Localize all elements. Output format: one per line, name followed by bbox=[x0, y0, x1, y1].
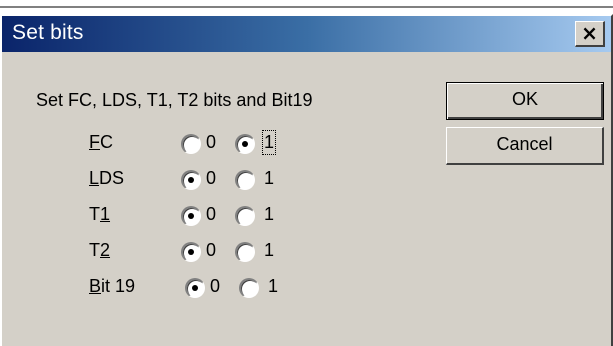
t1-label: T1 bbox=[89, 204, 111, 224]
ok-button[interactable]: OK bbox=[446, 82, 604, 120]
radio-selected-dot bbox=[242, 141, 248, 147]
cancel-button[interactable]: Cancel bbox=[446, 127, 604, 165]
t2-radio-1[interactable] bbox=[235, 242, 255, 262]
set-bits-dialog: Set bits × Set FC, LDS, T1, T2 bits and … bbox=[0, 14, 613, 346]
row-fc: FC 0 1 bbox=[2, 130, 422, 158]
title-bar[interactable]: Set bits × bbox=[2, 16, 611, 52]
radio-selected-dot bbox=[188, 249, 194, 255]
t1-option-0-label[interactable]: 0 bbox=[206, 204, 216, 225]
t2-label: T2 bbox=[89, 240, 111, 260]
bit19-option-1-label[interactable]: 1 bbox=[268, 276, 278, 297]
radio-selected-dot bbox=[188, 213, 194, 219]
fc-label: FC bbox=[89, 132, 113, 152]
bit19-radio-1[interactable] bbox=[239, 278, 259, 298]
row-t1: T1 0 1 bbox=[2, 204, 422, 230]
t2-radio-0[interactable] bbox=[181, 242, 201, 262]
bit19-radio-0[interactable] bbox=[185, 278, 205, 298]
bit19-label: Bit 19 bbox=[89, 276, 136, 296]
lds-option-0-label[interactable]: 0 bbox=[206, 168, 216, 189]
screen: Set bits × Set FC, LDS, T1, T2 bits and … bbox=[0, 0, 613, 346]
close-button[interactable]: × bbox=[575, 21, 605, 47]
t2-option-0-label[interactable]: 0 bbox=[206, 240, 216, 261]
fc-option-0-label[interactable]: 0 bbox=[206, 132, 216, 153]
radio-selected-dot bbox=[192, 285, 198, 291]
row-t2: T2 0 1 bbox=[2, 240, 422, 266]
bit19-option-0-label[interactable]: 0 bbox=[210, 276, 220, 297]
background-strip bbox=[0, 0, 613, 14]
t1-radio-0[interactable] bbox=[181, 206, 201, 226]
instruction-label: Set FC, LDS, T1, T2 bits and Bit19 bbox=[36, 90, 313, 110]
row-bit19: Bit 19 0 1 bbox=[2, 276, 422, 302]
lds-label: LDS bbox=[89, 168, 125, 188]
fc-radio-0[interactable] bbox=[181, 134, 201, 154]
lds-option-1-label[interactable]: 1 bbox=[264, 168, 274, 189]
close-icon: × bbox=[581, 21, 598, 45]
radio-selected-dot bbox=[188, 177, 194, 183]
row-lds: LDS 0 1 bbox=[2, 168, 422, 194]
t1-radio-1[interactable] bbox=[235, 206, 255, 226]
fc-radio-1[interactable] bbox=[235, 134, 255, 154]
fc-option-1-label[interactable]: 1 bbox=[261, 130, 277, 155]
lds-radio-1[interactable] bbox=[235, 170, 255, 190]
t2-option-1-label[interactable]: 1 bbox=[264, 240, 274, 261]
t1-option-1-label[interactable]: 1 bbox=[264, 204, 274, 225]
lds-radio-0[interactable] bbox=[181, 170, 201, 190]
window-title: Set bits bbox=[12, 21, 84, 44]
